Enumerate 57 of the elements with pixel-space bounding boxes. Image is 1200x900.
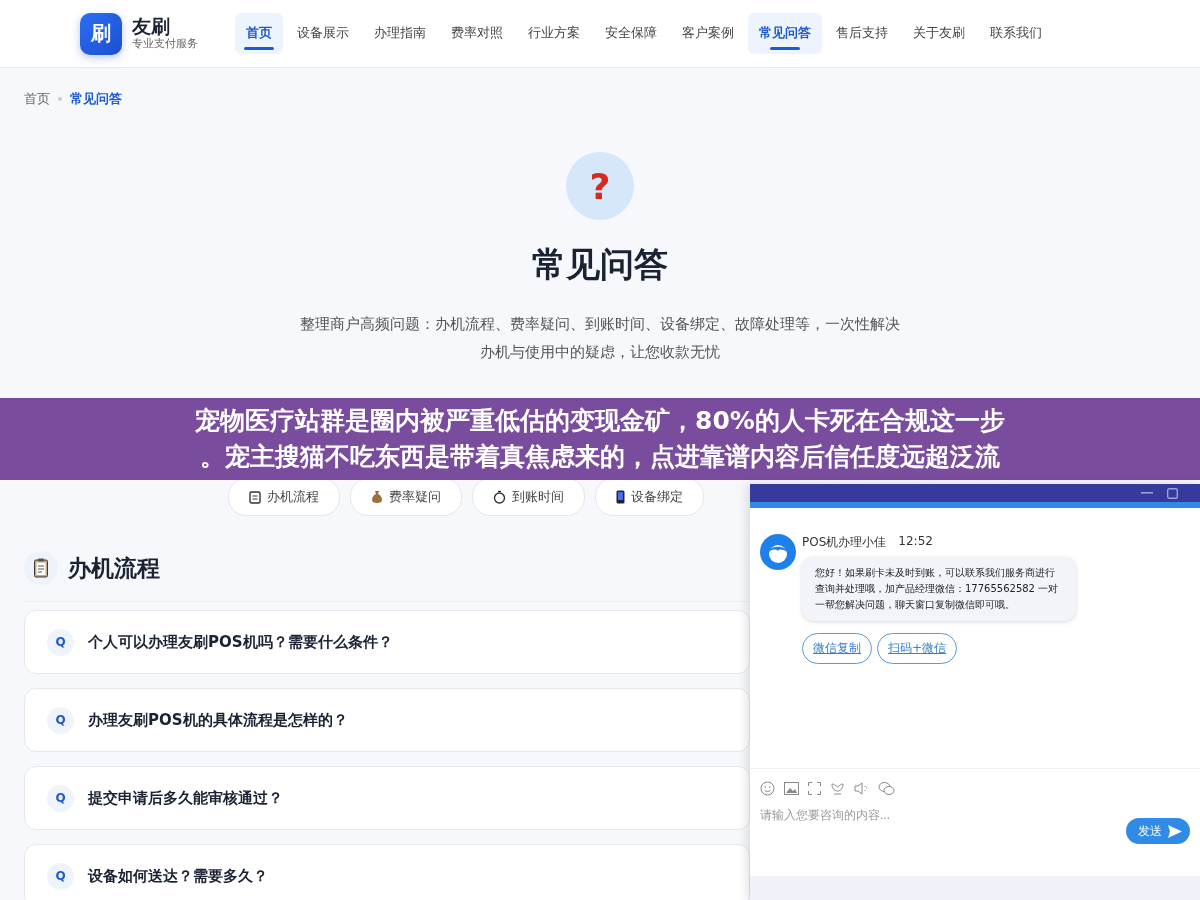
faq-item[interactable]: Q 设备如何送达？需要多久？ [24, 844, 750, 900]
question-badge: Q [47, 706, 74, 734]
emoji-icon[interactable] [760, 781, 775, 796]
question-badge: Q [47, 862, 74, 890]
question-text: 设备如何送达？需要多久？ [88, 866, 268, 886]
stopwatch-icon [493, 490, 506, 504]
section-title: 办机流程 [68, 553, 160, 583]
nav-tab[interactable]: 安全保障 [594, 13, 668, 54]
banner-text: 。宠主搜猫不吃东西是带着真焦虑来的，点进靠谱内容后信任度远超泛流 [200, 441, 1000, 473]
nav-tab[interactable]: 办理指南 [363, 13, 437, 54]
message-time: 12:52 [898, 534, 933, 550]
send-button[interactable]: 发送 [1126, 818, 1190, 844]
category-pill[interactable]: 设备绑定 [595, 478, 704, 516]
nav-tab[interactable]: 首页 [235, 13, 283, 54]
image-icon[interactable] [784, 782, 799, 795]
question-badge: Q [47, 628, 74, 656]
faq-item[interactable]: Q 办理友刷POS机的具体流程是怎样的？ [24, 688, 750, 752]
faq-item[interactable]: Q 个人可以办理友刷POS机吗？需要什么条件？ [24, 610, 750, 674]
nav-tab[interactable]: 设备展示 [286, 13, 360, 54]
breadcrumb-separator [58, 97, 62, 101]
nav-tab[interactable]: 费率对照 [440, 13, 514, 54]
clipboard-icon [249, 490, 261, 504]
brand-tagline: 专业支付服务 [132, 36, 198, 52]
category-pill[interactable]: 费率疑问 [350, 478, 462, 516]
nav-tab[interactable]: 客户案例 [671, 13, 745, 54]
question-mark-icon: ? [566, 152, 634, 220]
maximize-icon[interactable] [1167, 487, 1178, 499]
nav-tab[interactable]: 关于友刷 [902, 13, 976, 54]
page-description: 整理商户高频问题：办机流程、费率疑问、到账时间、设备绑定、故障处理等，一次性解决办机与使用中的疑虑，让您收款无忧 [300, 314, 900, 363]
nav-tab[interactable]: 行业方案 [517, 13, 591, 54]
category-pill[interactable]: 到账时间 [472, 478, 585, 516]
agent-name: POS机办理小佳 [802, 534, 887, 551]
logo-mark[interactable]: 刷 [80, 12, 122, 55]
message-input[interactable]: 请输入您要咨询的内容... [760, 806, 1060, 824]
question-text: 办理友刷POS机的具体流程是怎样的？ [88, 710, 348, 730]
agent-avatar [760, 534, 796, 570]
nav-tab[interactable]: 常见问答 [748, 13, 822, 54]
phone-icon [616, 490, 625, 504]
speaker-icon[interactable] [854, 781, 869, 796]
breadcrumb-link[interactable]: 首页 [24, 90, 50, 108]
send-icon [1168, 824, 1182, 838]
banner-text: 宠物医疗站群是圈内被严重低估的变现金矿，80%的人卡死在合规这一步 [195, 405, 1005, 437]
wechat-icon[interactable] [878, 781, 895, 796]
question-badge: Q [47, 784, 74, 812]
breadcrumb-link[interactable]: 常见问答 [70, 90, 122, 108]
faq-item[interactable]: Q 提交申请后多久能审核通过？ [24, 766, 750, 830]
category-pill[interactable]: 办机流程 [228, 478, 340, 516]
message-bubble: 您好！如果刷卡未及时到账，可以联系我们服务商进行查询并处理哦，加产品经理微信：17765562582 一对一帮您解决问题，聊天窗口复制微信即可哦。 [802, 557, 1076, 621]
brand-name: 友刷 [132, 15, 171, 37]
question-text: 提交申请后多久能审核通过？ [88, 788, 283, 808]
screenshot-icon[interactable] [808, 782, 821, 795]
question-text: 个人可以办理友刷POS机吗？需要什么条件？ [88, 632, 393, 652]
nav-tab[interactable]: 联系我们 [979, 13, 1053, 54]
money-bag-icon [371, 490, 383, 504]
nav-tab[interactable]: 售后支持 [825, 13, 899, 54]
clipboard-icon [24, 551, 58, 585]
page-title: 常见问答 [532, 243, 668, 286]
